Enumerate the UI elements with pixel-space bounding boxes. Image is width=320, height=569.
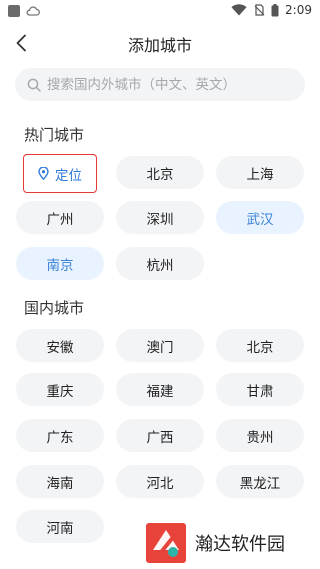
province-chip-fujian[interactable]: 福建 [116,373,204,406]
clock: 2:09 [285,3,312,17]
header: 添加城市 [0,26,320,60]
province-chip-hainan[interactable]: 海南 [16,465,104,498]
watermark: 瀚达软件园 [143,520,291,566]
province-chip-gansu[interactable]: 甘肃 [216,373,304,406]
hot-cities-title: 热门城市 [24,126,85,144]
city-chip-beijing[interactable]: 北京 [116,156,204,189]
page-title: 添加城市 [127,36,192,55]
province-chip-anhui[interactable]: 安徽 [16,329,104,362]
locate-label: 定位 [55,167,82,184]
city-chip-shenzhen[interactable]: 深圳 [116,201,204,234]
no-sim-icon [254,4,265,16]
location-pin-icon [38,167,49,180]
app-notification-icon [8,5,20,17]
city-chip-shanghai[interactable]: 上海 [216,156,304,189]
city-chip-wuhan[interactable]: 武汉 [216,201,304,234]
system-status: 2:09 [231,3,312,17]
province-chip-guangxi[interactable]: 广西 [116,419,204,452]
province-chip-heilongjiang[interactable]: 黑龙江 [216,465,304,498]
province-chip-chongqing[interactable]: 重庆 [16,373,104,406]
province-chip-guangdong[interactable]: 广东 [16,419,104,452]
province-chip-henan[interactable]: 河南 [16,510,104,543]
province-chip-guizhou[interactable]: 贵州 [216,419,304,452]
locate-button[interactable]: 定位 [23,154,97,193]
notification-icons [8,5,40,17]
search-icon [27,78,41,92]
domestic-cities-title: 国内城市 [24,299,85,317]
city-chip-guangzhou[interactable]: 广州 [16,201,104,234]
province-chip-beijing[interactable]: 北京 [216,329,304,362]
wifi-icon [231,4,247,16]
cloud-icon [26,6,40,16]
watermark-logo-icon [146,523,186,563]
search-bar[interactable] [15,68,305,101]
province-chip-macau[interactable]: 澳门 [116,329,204,362]
status-bar: 2:09 [0,0,320,24]
city-chip-hangzhou[interactable]: 杭州 [116,247,204,280]
battery-icon [271,3,279,16]
watermark-text: 瀚达软件园 [195,534,285,555]
city-chip-nanjing[interactable]: 南京 [16,247,104,280]
search-input[interactable] [47,76,287,93]
province-chip-hebei[interactable]: 河北 [116,465,204,498]
